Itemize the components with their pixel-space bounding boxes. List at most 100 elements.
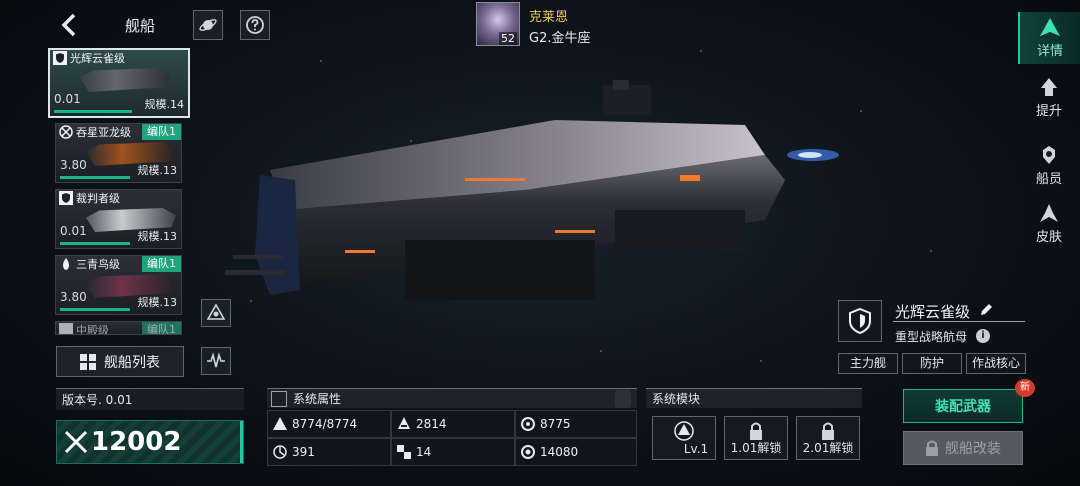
edit-icon[interactable] xyxy=(978,302,994,318)
equip-label: 装配武器 xyxy=(935,399,991,415)
attr-value: 14 xyxy=(416,445,432,459)
crossed-swords-icon xyxy=(64,430,88,454)
ship-scale: 规模.13 xyxy=(137,296,178,309)
player-name: 克莱恩 xyxy=(529,10,569,25)
triangle-emblem-icon xyxy=(206,303,226,320)
chevron-left-icon xyxy=(61,13,76,37)
module-slot-locked[interactable]: 2.01解锁 xyxy=(796,416,860,460)
role-tag: 作战核心 xyxy=(966,353,1026,374)
attr-speed: 391 xyxy=(267,438,391,466)
module-slot[interactable]: Lv.1 xyxy=(652,416,716,460)
avatar[interactable]: 52 xyxy=(476,2,520,46)
module-label: Lv.1 xyxy=(683,442,709,456)
attack-icon xyxy=(398,417,410,429)
ship-bar xyxy=(60,308,130,311)
shield-icon xyxy=(53,51,67,65)
shield-icon xyxy=(849,307,871,335)
ship-score: 0.01 xyxy=(54,92,81,106)
tab-skin[interactable]: 皮肤 xyxy=(1018,198,1080,250)
ship-name: 中殿级 xyxy=(76,324,109,335)
fleet-badge: 编队1 xyxy=(142,322,181,334)
info-icon[interactable]: i xyxy=(976,329,990,343)
attributes-header: 系统属性 xyxy=(267,388,637,408)
equip-weapons-button[interactable]: 装配武器 xyxy=(903,389,1023,423)
ship-name: 裁判者级 xyxy=(76,192,120,205)
lock-icon xyxy=(822,422,834,440)
tab-details[interactable]: 详情 xyxy=(1018,12,1080,64)
attr-range: 14080 xyxy=(515,438,637,466)
player-level: 52 xyxy=(499,32,517,45)
ship-card[interactable]: 吞星亚龙级 编队1 3.80 规模.13 xyxy=(55,123,182,183)
ship-bar xyxy=(54,110,132,113)
power-value: 12002 xyxy=(91,427,182,457)
attr-value: 8775 xyxy=(540,417,571,431)
ship-bar xyxy=(60,242,130,245)
attributes-icon xyxy=(271,390,287,407)
tab-label: 提升 xyxy=(1035,104,1062,119)
ship-bar xyxy=(60,176,130,179)
ship-score: 0.01 xyxy=(60,224,87,238)
selected-ship-name: 光辉云雀级 xyxy=(895,303,971,321)
tab-upgrade[interactable]: 提升 xyxy=(1018,72,1080,124)
version-panel: 版本号. 0.01 12002 xyxy=(56,388,244,464)
page-title: 舰船 xyxy=(125,17,156,35)
attr-value: 391 xyxy=(292,445,315,459)
attr-value: 14080 xyxy=(540,445,579,459)
defense-icon xyxy=(521,417,535,431)
tab-crew[interactable]: 船员 xyxy=(1018,140,1080,192)
shield-icon xyxy=(59,191,73,205)
ship-scale: 规模.13 xyxy=(137,230,178,243)
module-slot-locked[interactable]: 1.01解锁 xyxy=(724,416,788,460)
lock-icon xyxy=(750,422,762,440)
ship-modify-button[interactable]: 舰船改装 xyxy=(903,431,1023,465)
ship-card[interactable]: 光辉云雀级 0.01 规模.14 xyxy=(48,48,190,118)
flame-icon xyxy=(63,258,69,270)
attr-defense: 8775 xyxy=(515,410,637,438)
ship-card[interactable]: 三青鸟级 编队1 3.80 规模.13 xyxy=(55,255,182,315)
hull-icon xyxy=(273,417,287,430)
attr-cost: 14 xyxy=(391,438,515,466)
grid-icon xyxy=(80,353,96,370)
back-button[interactable] xyxy=(58,12,80,38)
role-tag: 主力舰 xyxy=(838,353,898,374)
role-tag: 防护 xyxy=(902,353,962,374)
attr-value: 2814 xyxy=(416,417,447,431)
ship-list-button[interactable]: 舰船列表 xyxy=(56,346,184,377)
target-icon xyxy=(59,125,73,139)
filter-button[interactable] xyxy=(201,347,231,375)
skin-icon xyxy=(1040,204,1058,222)
ship-silhouette-icon xyxy=(1040,18,1060,36)
lock-icon xyxy=(926,440,938,456)
tab-label: 皮肤 xyxy=(1035,230,1062,245)
ship-card[interactable]: 中殿级 编队1 xyxy=(55,321,182,335)
ship-thumbnail xyxy=(80,68,170,92)
fleet-badge: 编队1 xyxy=(142,256,181,272)
tab-label: 船员 xyxy=(1035,172,1062,187)
ship-list-label: 舰船列表 xyxy=(104,354,160,371)
expand-icon[interactable] xyxy=(615,390,631,408)
ship-model xyxy=(225,80,845,330)
divider xyxy=(893,321,1025,322)
ship-scale: 规模.13 xyxy=(137,164,178,177)
speed-icon xyxy=(273,445,287,459)
ship-name: 吞星亚龙级 xyxy=(76,126,131,139)
question-icon xyxy=(246,16,264,34)
version-label: 版本号. 0.01 xyxy=(56,388,244,410)
combat-power: 12002 xyxy=(56,420,244,464)
ship-card[interactable]: 裁判者级 0.01 规模.13 xyxy=(55,189,182,249)
fleet-badge: 编队1 xyxy=(142,124,181,140)
new-badge: 新 xyxy=(1015,379,1035,397)
modules-title: 系统模块 xyxy=(652,391,701,406)
player-zone: G2.金牛座 xyxy=(529,31,591,46)
help-button[interactable] xyxy=(240,10,270,40)
attributes-panel: 系统属性 8774/8774 2814 8775 391 14 14080 xyxy=(267,388,637,466)
attr-value: 8774/8774 xyxy=(292,417,358,431)
planet-button[interactable] xyxy=(193,10,223,40)
shield-icon xyxy=(59,323,73,334)
ship-scale: 规模.14 xyxy=(144,98,185,111)
ship-name: 光辉云雀级 xyxy=(70,52,125,65)
ship-name: 三青鸟级 xyxy=(76,258,120,271)
modules-header: 系统模块 xyxy=(646,388,862,408)
wave-icon xyxy=(207,352,225,368)
ship-score: 3.80 xyxy=(60,158,87,172)
